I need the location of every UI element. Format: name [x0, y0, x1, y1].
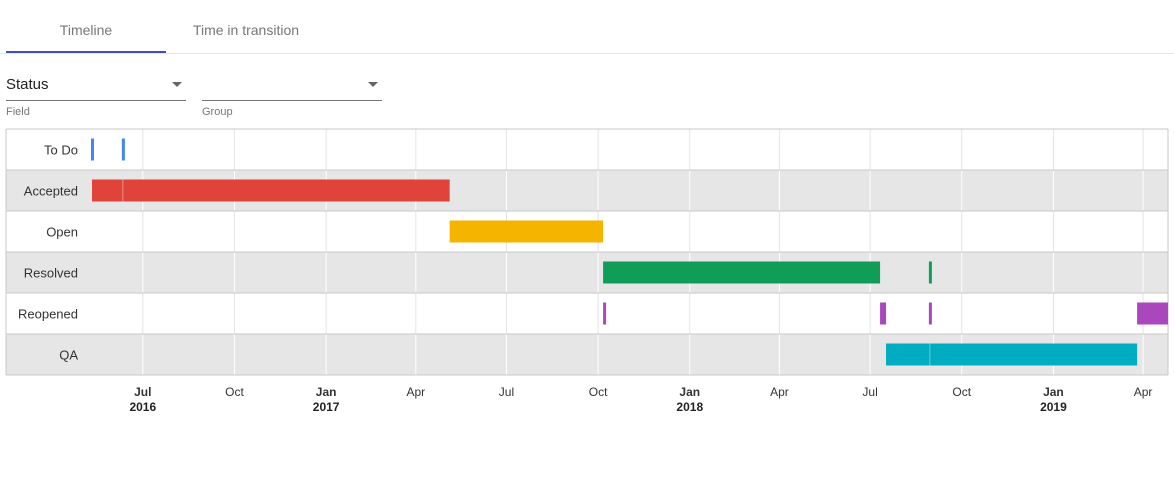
timeline-bar	[122, 179, 450, 202]
x-tick-year-label: 2019	[1040, 400, 1067, 414]
x-tick-label: Jul	[134, 385, 151, 399]
timeline-bar	[449, 220, 604, 243]
timeline-bar	[121, 138, 125, 161]
row-label: To Do	[44, 143, 78, 158]
row-label: Accepted	[24, 184, 78, 199]
timeline-chart-svg: To DoAcceptedOpenResolvedReopenedQAJul20…	[5, 128, 1169, 414]
row-background	[6, 252, 1168, 293]
row-background	[6, 129, 1168, 170]
row-label: Open	[46, 225, 78, 240]
x-tick-label: Oct	[225, 385, 244, 399]
x-tick-year-label: 2018	[676, 400, 703, 414]
row-background	[6, 293, 1168, 334]
x-tick-year-label: 2016	[129, 400, 156, 414]
x-tick-label: Jul	[499, 385, 514, 399]
timeline-bar	[603, 261, 881, 284]
timeline-bar	[90, 138, 94, 161]
timeline-bar	[929, 343, 1138, 366]
row-label: Reopened	[18, 307, 78, 322]
x-tick-label: Jan	[679, 385, 700, 399]
x-tick-label: Oct	[589, 385, 608, 399]
x-tick-label: Jul	[862, 385, 877, 399]
timeline-bar	[928, 261, 932, 284]
x-tick-label: Apr	[406, 385, 425, 399]
x-tick-label: Apr	[770, 385, 789, 399]
timeline-bar	[880, 302, 887, 325]
row-label: Resolved	[24, 266, 78, 281]
row-label: QA	[59, 348, 78, 363]
x-tick-label: Jan	[1043, 385, 1064, 399]
timeline-bar	[886, 343, 930, 366]
timeline-bar	[91, 179, 123, 202]
timeline-bar	[1137, 302, 1168, 325]
x-tick-year-label: 2017	[313, 400, 340, 414]
x-tick-label: Jan	[316, 385, 337, 399]
x-tick-label: Oct	[952, 385, 971, 399]
timeline-bar	[603, 302, 607, 325]
x-tick-label: Apr	[1134, 385, 1153, 399]
timeline-bar	[928, 302, 932, 325]
